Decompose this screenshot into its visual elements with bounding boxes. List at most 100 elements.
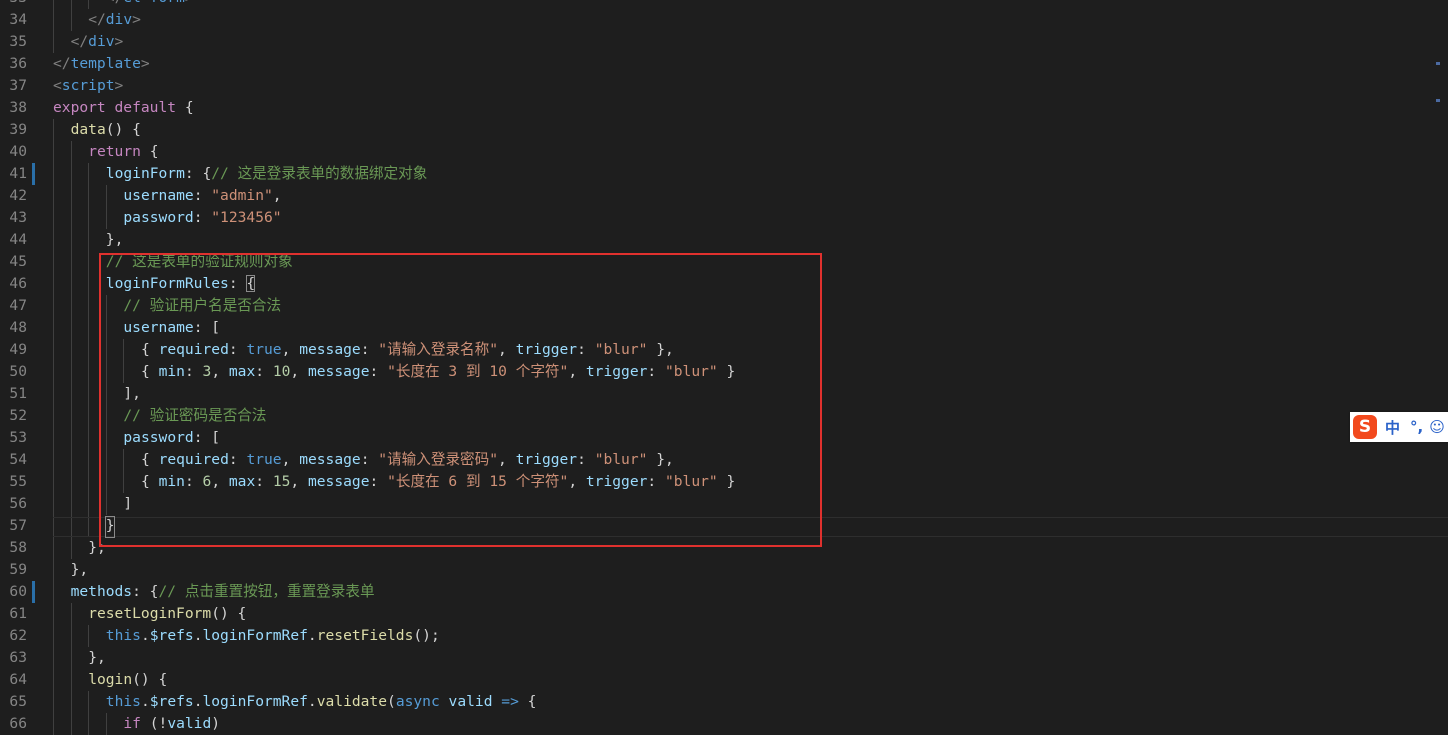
code-text[interactable]: loginForm: {// 这是登录表单的数据绑定对象 — [106, 163, 428, 185]
indent-guide — [70, 603, 72, 625]
code-text[interactable]: if (!valid) — [123, 713, 220, 735]
code-token: . — [307, 627, 317, 644]
code-token: loginFormRef — [202, 693, 308, 710]
code-text[interactable]: </div> — [71, 31, 124, 53]
line-number: 41 — [9, 165, 27, 182]
line-number: 57 — [9, 517, 27, 534]
code-line[interactable]: 38 export default { — [0, 97, 1448, 119]
code-token: }, — [88, 649, 106, 666]
indent-guide — [88, 295, 90, 317]
code-line[interactable]: 42 username: "admin", — [0, 185, 1448, 207]
code-token: </ — [88, 11, 106, 28]
indent-guide — [53, 229, 54, 251]
indent-guide — [70, 361, 72, 383]
indent-guide — [70, 141, 72, 163]
code-text[interactable]: methods: {// 点击重置按钮，重置登录表单 — [71, 581, 375, 603]
code-line[interactable]: 43 password: "123456" — [0, 207, 1448, 229]
code-token: : { — [184, 165, 212, 182]
line-number: 38 — [9, 99, 27, 116]
code-token: $refs — [149, 627, 194, 644]
code-line[interactable]: 35 </div> — [0, 31, 1448, 53]
code-text[interactable]: login() { — [88, 669, 167, 691]
ime-mode-toggle[interactable]: 中 — [1385, 417, 1400, 438]
gutter-change-marker — [32, 581, 35, 603]
code-text[interactable]: this.$refs.loginFormRef.resetFields(); — [106, 625, 440, 647]
indent-guide — [70, 163, 72, 185]
code-text[interactable]: }, — [106, 229, 124, 251]
line-number: 44 — [9, 231, 27, 248]
line-number: 45 — [9, 253, 27, 270]
indent-guide — [70, 9, 72, 31]
indent-guide — [70, 207, 72, 229]
code-line[interactable]: 33 </el-form> — [0, 0, 1448, 9]
code-line[interactable]: 62 this.$refs.loginFormRef.resetFields(); — [0, 625, 1448, 647]
code-line[interactable]: 66 if (!valid) — [0, 713, 1448, 735]
code-token: </ — [106, 0, 124, 6]
code-line[interactable]: 60 methods: {// 点击重置按钮，重置登录表单 — [0, 581, 1448, 603]
code-text[interactable]: username: "admin", — [123, 185, 281, 207]
code-token: => — [501, 693, 519, 710]
indent-guide — [70, 427, 72, 449]
indent-guide — [70, 669, 72, 691]
indent-guide — [53, 295, 54, 317]
code-text[interactable]: }, — [71, 559, 89, 581]
line-number: 48 — [9, 319, 27, 336]
indent-guide — [53, 0, 54, 9]
line-number: 66 — [9, 715, 27, 732]
code-text[interactable]: <script> — [53, 75, 123, 97]
code-text[interactable]: </div> — [88, 9, 141, 31]
code-line[interactable]: 65 this.$refs.loginFormRef.validate(async… — [0, 691, 1448, 713]
code-text[interactable]: this.$refs.loginFormRef.validate(async v… — [106, 691, 537, 713]
indent-guide — [53, 603, 54, 625]
line-number: 40 — [9, 143, 27, 160]
code-text[interactable]: data() { — [71, 119, 141, 141]
line-number: 54 — [9, 451, 27, 468]
code-token: : — [193, 209, 212, 226]
code-line[interactable]: 37 <script> — [0, 75, 1448, 97]
indent-guide — [53, 31, 54, 53]
code-text[interactable]: return { — [88, 141, 158, 163]
indent-guide — [88, 449, 90, 471]
code-text[interactable]: </template> — [53, 53, 150, 75]
minimap-marker — [1436, 99, 1440, 102]
emoji-icon[interactable]: ☺ — [1429, 418, 1445, 436]
code-token: }, — [70, 561, 89, 578]
code-token: (); — [413, 627, 440, 644]
code-text[interactable]: }, — [88, 647, 106, 669]
indent-guide — [53, 405, 54, 427]
code-text[interactable]: resetLoginForm() { — [88, 603, 246, 625]
code-line[interactable]: 40 return { — [0, 141, 1448, 163]
code-token: resetFields — [316, 627, 414, 644]
ime-punctuation-toggle[interactable]: °, — [1410, 418, 1423, 436]
code-line[interactable]: 64 login() { — [0, 669, 1448, 691]
code-line[interactable]: 41 loginForm: {// 这是登录表单的数据绑定对象 — [0, 163, 1448, 185]
code-text[interactable]: export default { — [53, 97, 194, 119]
code-line[interactable]: 44}, — [0, 229, 1448, 251]
indent-guide — [53, 581, 54, 603]
code-line[interactable]: 39 data() { — [0, 119, 1448, 141]
line-number: 37 — [9, 77, 27, 94]
indent-guide — [70, 471, 72, 493]
indent-guide — [88, 0, 90, 9]
code-text[interactable]: password: "123456" — [123, 207, 281, 229]
code-text[interactable]: </el-form> — [106, 0, 194, 9]
ime-toolbar[interactable]: S 中 °, ☺ — [1350, 412, 1448, 442]
code-token: () { — [132, 671, 168, 688]
code-line[interactable]: 63}, — [0, 647, 1448, 669]
annotation-red-box — [99, 253, 822, 547]
line-number: 36 — [9, 55, 27, 72]
indent-guide — [53, 669, 54, 691]
code-line[interactable]: 59}, — [0, 559, 1448, 581]
code-line[interactable]: 61 resetLoginForm() { — [0, 603, 1448, 625]
sogou-logo-icon[interactable]: S — [1353, 415, 1377, 439]
indent-guide — [70, 339, 72, 361]
line-number: 47 — [9, 297, 27, 314]
indent-guide — [53, 273, 54, 295]
indent-guide — [53, 427, 54, 449]
code-token: validate — [316, 693, 388, 710]
indent-guide — [53, 339, 54, 361]
code-token: </ — [53, 55, 71, 72]
code-line[interactable]: 36 </template> — [0, 53, 1448, 75]
code-line[interactable]: 34 </div> — [0, 9, 1448, 31]
indent-guide — [70, 273, 72, 295]
